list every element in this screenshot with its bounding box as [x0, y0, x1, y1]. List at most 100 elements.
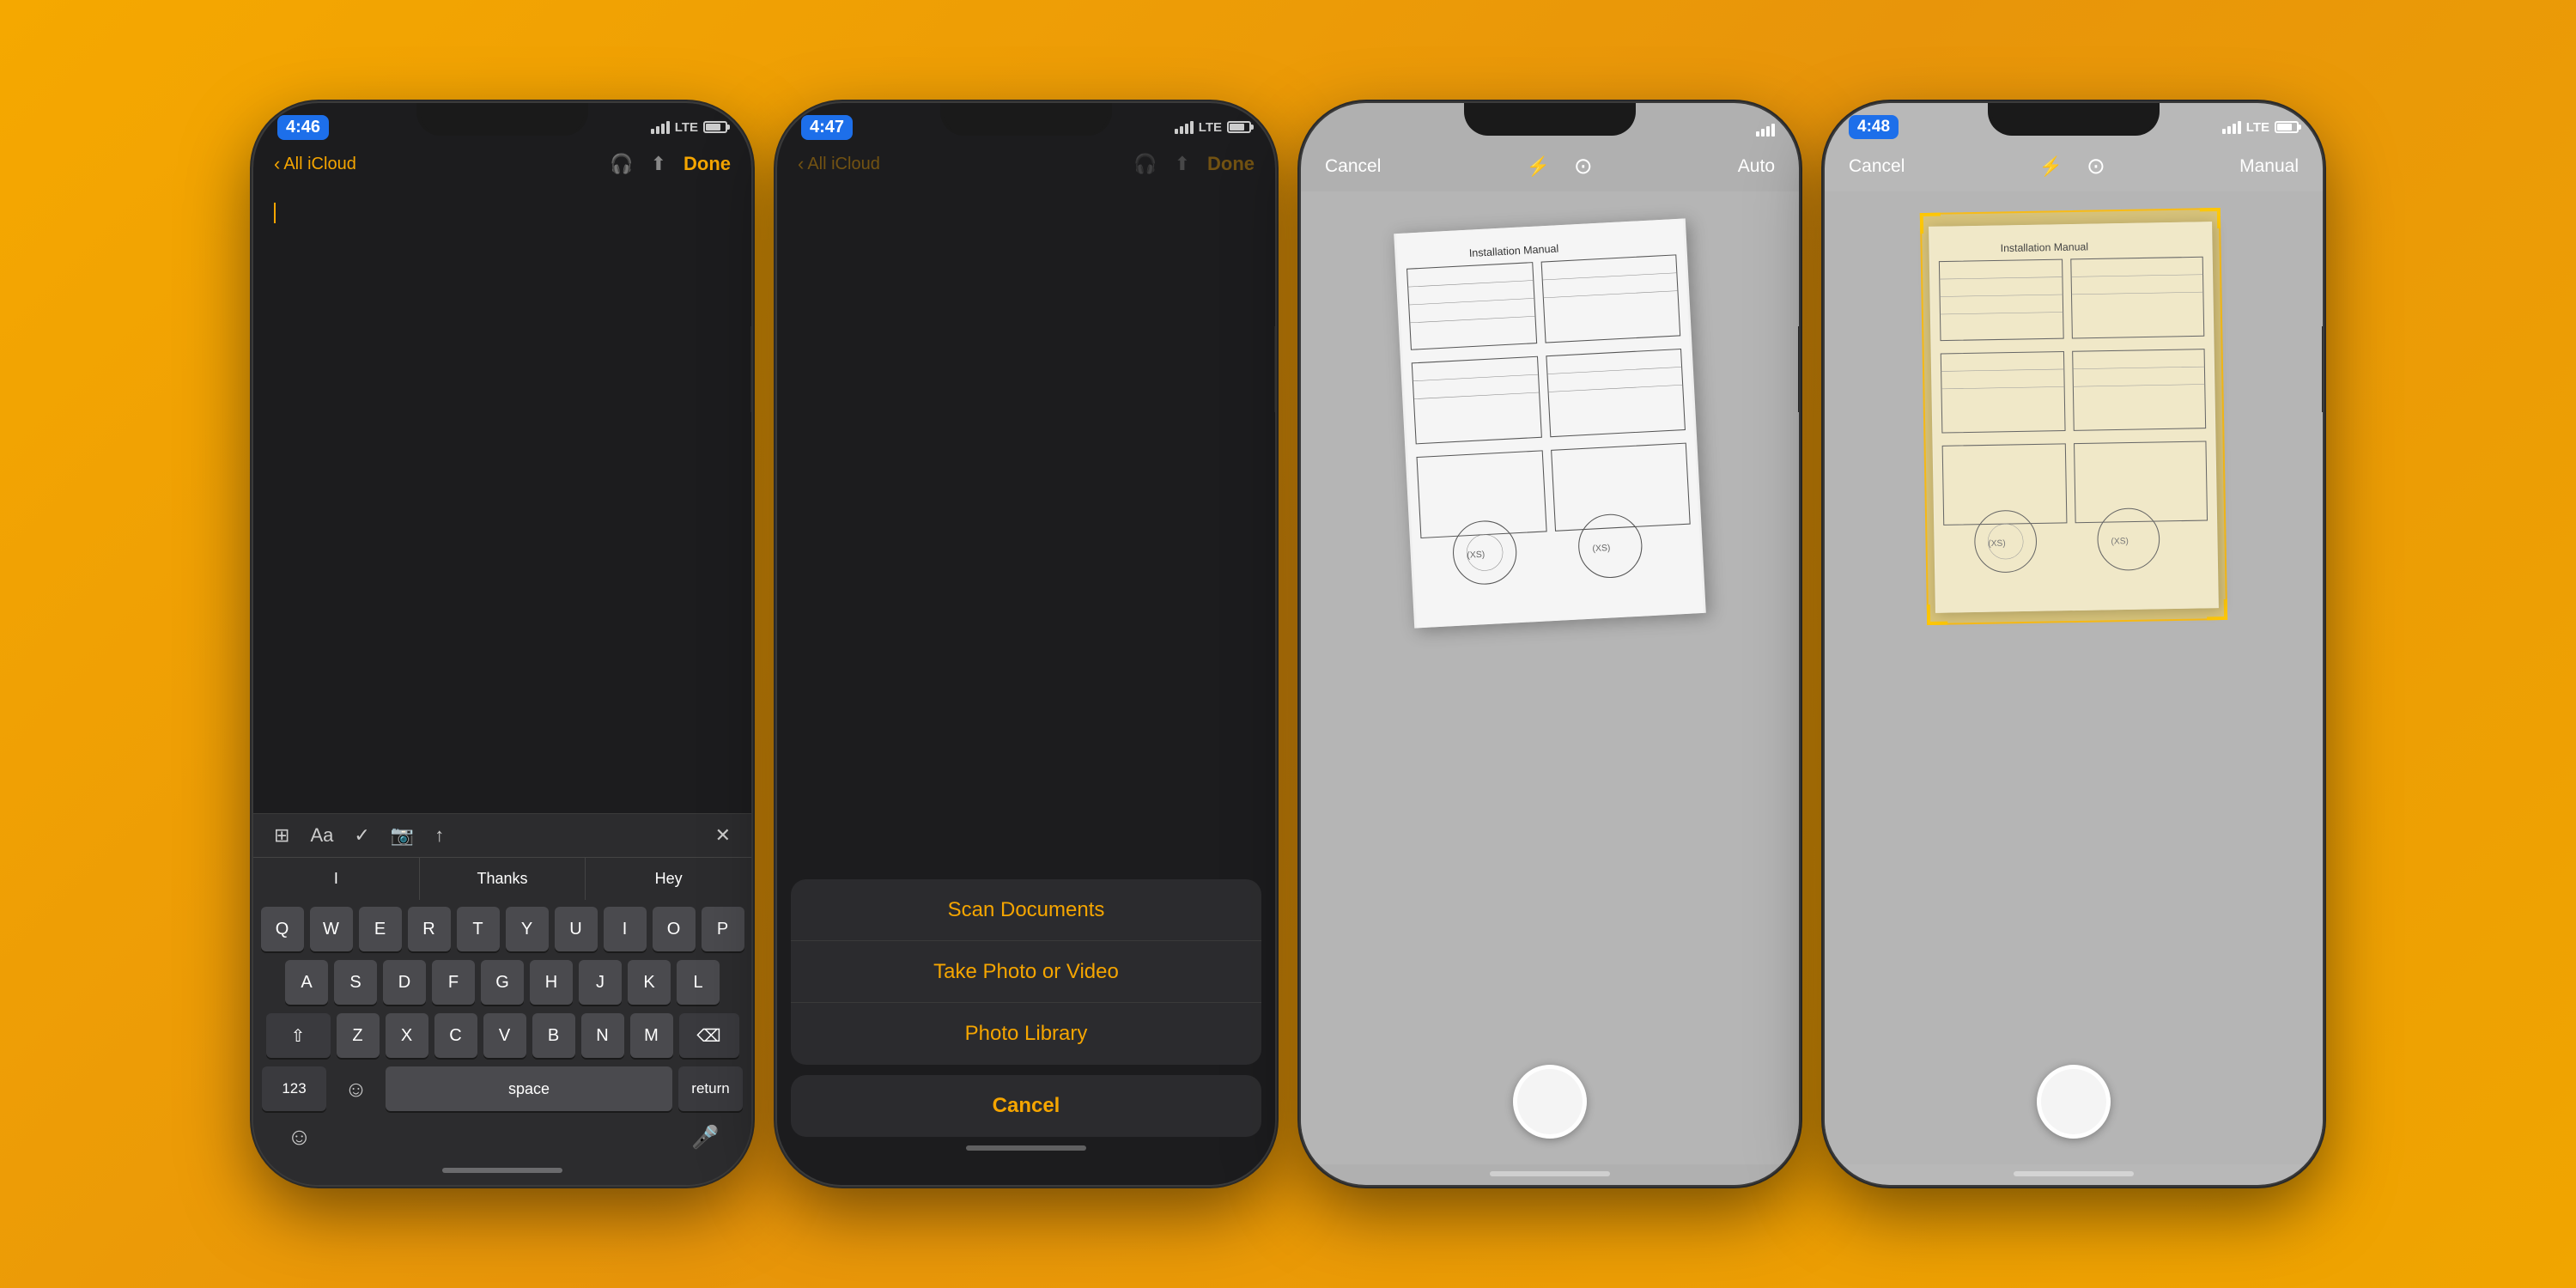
notes-back-btn[interactable]: ‹ All iCloud [274, 153, 356, 175]
filter-icon-3[interactable]: ⊙ [1574, 153, 1593, 179]
phone-4: 4:48 LTE [1825, 103, 2323, 1185]
camera-toolbar-icon[interactable]: 📷 [391, 824, 414, 847]
mic-icon[interactable]: 🎤 [682, 1118, 729, 1156]
key-U[interactable]: U [555, 907, 598, 951]
key-Z[interactable]: Z [337, 1013, 380, 1058]
camera-cancel-4[interactable]: Cancel [1849, 156, 1905, 177]
key-R[interactable]: R [408, 907, 451, 951]
camera-viewfinder-4: Installation Manual [1825, 191, 2323, 1048]
num-key[interactable]: 123 [262, 1066, 326, 1111]
camera-cancel-3[interactable]: Cancel [1325, 156, 1381, 177]
notes-done-2: Done [1207, 153, 1255, 175]
battery-2 [1227, 121, 1251, 133]
phones-container: 4:46 LTE [202, 52, 2374, 1236]
notes-header-icons-2: 🎧 ⬆ Done [1133, 153, 1255, 175]
key-K[interactable]: K [628, 960, 671, 1005]
delete-key[interactable]: ⌫ [679, 1013, 739, 1058]
key-row-3: ⇧ Z X C V B N M ⌫ [258, 1013, 746, 1058]
share-icon[interactable]: ⬆ [651, 153, 666, 175]
key-S[interactable]: S [334, 960, 377, 1005]
filter-icon-4[interactable]: ⊙ [2087, 153, 2105, 179]
key-G[interactable]: G [481, 960, 524, 1005]
status-right-2: LTE [1175, 120, 1251, 135]
key-E[interactable]: E [359, 907, 402, 951]
notes-content[interactable] [253, 185, 751, 813]
battery-1 [703, 121, 727, 133]
key-Q[interactable]: Q [261, 907, 304, 951]
space-key[interactable]: space [386, 1066, 672, 1111]
key-V[interactable]: V [483, 1013, 526, 1058]
emoji-key[interactable]: ☺ [332, 1070, 380, 1108]
notes-done-btn[interactable]: Done [683, 153, 731, 175]
key-C[interactable]: C [434, 1013, 477, 1058]
scan-documents-label: Scan Documents [948, 898, 1105, 922]
key-H[interactable]: H [530, 960, 573, 1005]
emoji-icon[interactable]: ☺ [276, 1118, 323, 1156]
status-right-3 [1756, 124, 1775, 137]
toolbar-icons: ⊞ Aa ✓ 📷 ↑ [274, 824, 444, 847]
action-photo-library[interactable]: Photo Library [791, 1003, 1261, 1065]
flash-icon-4[interactable]: ⚡ [2039, 155, 2063, 178]
photo-library-label: Photo Library [965, 1022, 1088, 1046]
checklist-icon[interactable]: ✓ [354, 824, 369, 847]
key-L[interactable]: L [677, 960, 720, 1005]
predict-word-1[interactable]: I [253, 858, 420, 900]
predict-word-3[interactable]: Hey [586, 858, 751, 900]
capture-button-3[interactable] [1513, 1065, 1587, 1139]
phone-3: Cancel ⚡ ⊙ Auto Installation Manual [1301, 103, 1799, 1185]
key-A[interactable]: A [285, 960, 328, 1005]
home-indicator-4 [2014, 1171, 2134, 1176]
status-right-4: LTE [2222, 120, 2299, 135]
action-take-photo[interactable]: Take Photo or Video [791, 941, 1261, 1003]
keyboard[interactable]: Q W E R T Y U I O P A S [253, 900, 751, 1185]
document-3: Installation Manual [1394, 218, 1706, 628]
phone-1: 4:46 LTE [253, 103, 751, 1185]
battery-fill-1 [706, 124, 720, 131]
take-photo-label: Take Photo or Video [933, 960, 1119, 984]
key-F[interactable]: F [432, 960, 475, 1005]
signal-bar-1 [651, 129, 654, 134]
action-cancel-btn[interactable]: Cancel [791, 1075, 1261, 1137]
capture-button-4[interactable] [2037, 1065, 2111, 1139]
predict-word-2[interactable]: Thanks [420, 858, 586, 900]
key-T[interactable]: T [457, 907, 500, 951]
status-right-1: LTE [651, 120, 727, 135]
battery-4 [2275, 121, 2299, 133]
camera-header-4: Cancel ⚡ ⊙ Manual [1825, 146, 2323, 191]
shift-key[interactable]: ⇧ [266, 1013, 331, 1058]
key-M[interactable]: M [630, 1013, 673, 1058]
key-D[interactable]: D [383, 960, 426, 1005]
format-icon[interactable]: Aa [310, 824, 333, 847]
notes-back-btn-2: ‹ All iCloud [798, 153, 880, 175]
key-B[interactable]: B [532, 1013, 575, 1058]
camera-mode-3[interactable]: Auto [1738, 156, 1775, 177]
camera-header-3: Cancel ⚡ ⊙ Auto [1301, 146, 1799, 191]
home-indicator-3 [1490, 1171, 1610, 1176]
cancel-label: Cancel [993, 1094, 1060, 1118]
key-J[interactable]: J [579, 960, 622, 1005]
table-icon[interactable]: ⊞ [274, 824, 289, 847]
key-P[interactable]: P [702, 907, 744, 951]
key-N[interactable]: N [581, 1013, 624, 1058]
keyboard-close-icon[interactable]: ✕ [715, 824, 731, 847]
key-Y[interactable]: Y [506, 907, 549, 951]
key-O[interactable]: O [653, 907, 696, 951]
text-cursor [274, 203, 276, 223]
camera-viewfinder-3: Installation Manual [1301, 191, 1799, 1048]
capture-btn-container-4 [1825, 1048, 2323, 1164]
return-key[interactable]: return [678, 1066, 743, 1111]
time-2: 4:47 [801, 115, 853, 140]
action-scan-documents[interactable]: Scan Documents [791, 879, 1261, 941]
action-sheet: Scan Documents Take Photo or Video Photo… [777, 879, 1275, 1185]
notes-back-label: All iCloud [283, 155, 355, 174]
lte-label-4: LTE [2246, 120, 2269, 135]
send-icon[interactable]: ↑ [434, 824, 444, 847]
key-W[interactable]: W [310, 907, 353, 951]
flash-icon-3[interactable]: ⚡ [1526, 155, 1549, 178]
signal-bars-2 [1175, 121, 1194, 134]
headphone-icon[interactable]: 🎧 [610, 153, 633, 175]
camera-mode-4[interactable]: Manual [2239, 156, 2299, 177]
key-X[interactable]: X [386, 1013, 428, 1058]
lte-label-1: LTE [675, 120, 698, 135]
key-I[interactable]: I [604, 907, 647, 951]
